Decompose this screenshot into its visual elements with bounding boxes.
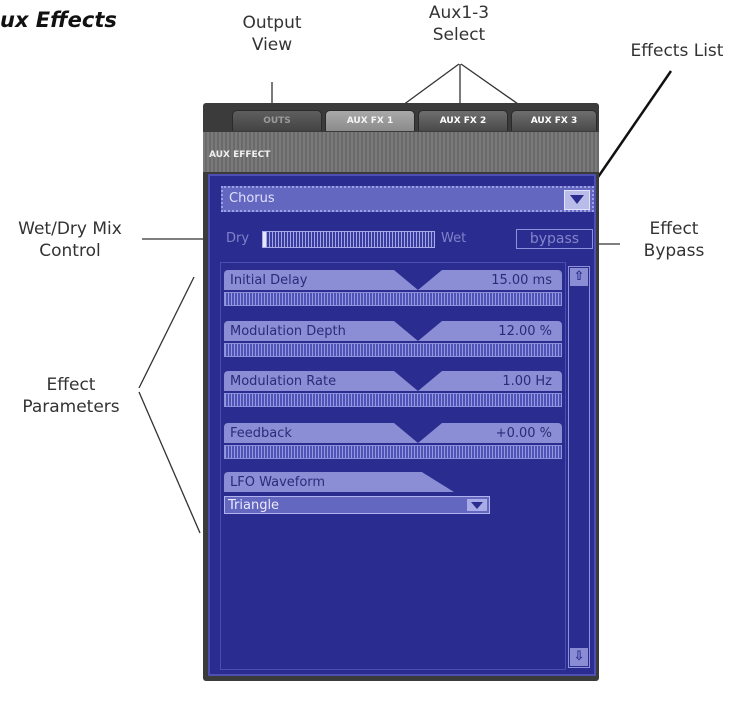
chevron-down-icon[interactable] <box>467 499 487 511</box>
params-line-upper <box>138 276 195 389</box>
parameter-name: Modulation Depth <box>230 324 346 339</box>
section-label: AUX EFFECT <box>209 150 271 160</box>
lfo-waveform-control: LFO Waveform Triangle <box>224 472 490 518</box>
wet-label: Wet <box>441 231 467 246</box>
output-view-line2: View <box>251 35 293 55</box>
wet-dry-slider[interactable] <box>262 231 435 248</box>
parameter-row: Initial Delay 15.00 ms <box>224 270 562 316</box>
effects-list-annotation: Effects List <box>630 41 724 61</box>
parameter-row: Modulation Depth 12.00 % <box>224 321 562 367</box>
tab-outs[interactable]: OUTS <box>232 110 322 131</box>
parameter-value: 15.00 ms <box>491 273 552 288</box>
arrow-up-icon[interactable]: ⇧ <box>570 268 588 286</box>
output-view-line1: Output <box>242 13 302 33</box>
parameter-slider[interactable] <box>224 445 562 459</box>
wet-dry-row: Dry Wet bypass <box>226 229 596 251</box>
tab-aux-fx-3[interactable]: AUX FX 3 <box>511 110 597 131</box>
effects-list-select[interactable]: Chorus <box>221 186 594 212</box>
effect-parameters-annotation: Effect Parameters <box>6 374 136 418</box>
parameter-row: Modulation Rate 1.00 Hz <box>224 371 562 417</box>
wet-dry-line1: Wet/Dry Mix <box>18 219 122 239</box>
parameter-name: Initial Delay <box>230 273 308 288</box>
dry-label: Dry <box>226 231 250 246</box>
wet-dry-slider-handle[interactable] <box>263 232 266 247</box>
parameter-value: 1.00 Hz <box>502 374 552 389</box>
aux-select-line2: Select <box>432 25 486 45</box>
effects-list-value: Chorus <box>229 191 275 206</box>
parameter-name: Modulation Rate <box>230 374 337 389</box>
parameter-slider[interactable] <box>224 343 562 357</box>
output-view-annotation: Output View <box>229 12 315 56</box>
output-tabs: OUTS AUX FX 1 AUX FX 2 AUX FX 3 <box>222 110 598 132</box>
effect-bypass-line2: Bypass <box>643 241 705 261</box>
arrow-down-icon[interactable]: ⇩ <box>570 648 588 666</box>
lfo-waveform-select[interactable]: Triangle <box>224 496 490 514</box>
lfo-waveform-value: Triangle <box>228 498 280 513</box>
wet-dry-line2: Control <box>39 241 101 261</box>
aux-select-annotation: Aux1-3 Select <box>418 2 500 46</box>
parameter-row: Feedback +0.00 % <box>224 423 562 469</box>
chevron-down-icon[interactable] <box>564 190 590 210</box>
parameter-value: 12.00 % <box>498 324 552 339</box>
parameter-slider[interactable] <box>224 393 562 407</box>
effect-parameters-line2: Parameters <box>22 397 120 417</box>
tab-aux-fx-2[interactable]: AUX FX 2 <box>418 110 508 131</box>
parameter-slider[interactable] <box>224 292 562 306</box>
lfo-label: LFO Waveform <box>230 475 326 490</box>
effect-parameters-line1: Effect <box>46 375 96 395</box>
parameter-name: Feedback <box>230 426 292 441</box>
params-line-lower <box>138 391 201 534</box>
aux-select-line1: Aux1-3 <box>428 3 490 23</box>
parameter-scrollbar[interactable]: ⇧ ⇩ <box>568 266 590 668</box>
tab-aux-fx-1[interactable]: AUX FX 1 <box>325 110 415 131</box>
page-heading: ux Effects <box>0 8 117 32</box>
parameter-value: +0.00 % <box>495 426 552 441</box>
wet-dry-annotation: Wet/Dry Mix Control <box>0 218 140 262</box>
bypass-button[interactable]: bypass <box>516 229 593 249</box>
effect-bypass-annotation: Effect Bypass <box>624 218 724 262</box>
effect-bypass-line1: Effect <box>649 219 699 239</box>
